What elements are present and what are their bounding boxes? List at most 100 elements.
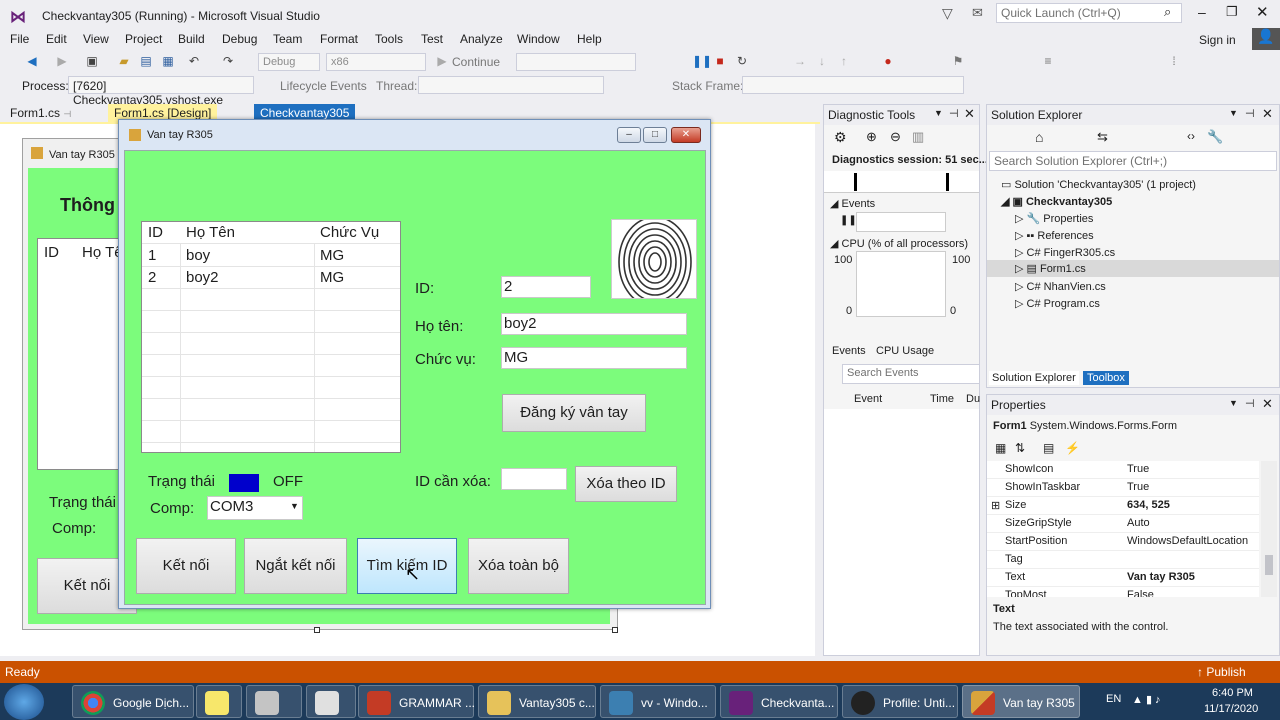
- col-duration[interactable]: Du: [966, 393, 980, 405]
- chart-icon[interactable]: ▥: [912, 129, 924, 145]
- sign-in-link[interactable]: Sign in: [1199, 33, 1236, 47]
- pin-icon[interactable]: ⊣: [1245, 107, 1255, 120]
- open-icon[interactable]: ▰: [116, 53, 132, 69]
- property-value[interactable]: True: [1127, 481, 1149, 493]
- resize-handle[interactable]: [314, 627, 320, 633]
- pause-icon[interactable]: ❚❚: [840, 215, 857, 226]
- search-solution-input[interactable]: Search Solution Explorer (Ctrl+;): [989, 151, 1277, 171]
- diagnostic-tools-title[interactable]: Diagnostic Tools ▼ ⊣ ✕: [824, 105, 979, 125]
- step-over-icon[interactable]: →: [792, 53, 808, 69]
- property-row[interactable]: Tag: [987, 551, 1259, 569]
- events-icon[interactable]: ⚡: [1065, 441, 1080, 455]
- quick-launch-input[interactable]: Quick Launch (Ctrl+Q): [996, 3, 1182, 23]
- account-icon[interactable]: 👤: [1252, 28, 1280, 50]
- comment-icon[interactable]: ≡: [1040, 53, 1056, 69]
- restart-icon[interactable]: ↻: [734, 53, 750, 69]
- pin-icon[interactable]: ⊣: [1245, 397, 1255, 410]
- save-all-icon[interactable]: ▦: [160, 53, 176, 69]
- register-fingerprint-button[interactable]: Đăng ký vân tay: [502, 394, 646, 432]
- search-events-input[interactable]: Search Events: [842, 364, 980, 384]
- zoom-in-icon[interactable]: ⊕: [866, 129, 877, 145]
- panel-menu-icon[interactable]: ▼: [1229, 108, 1238, 118]
- tree-item-form1[interactable]: ▷ ▤ Form1.cs: [987, 260, 1279, 277]
- grid-header-id[interactable]: ID: [148, 224, 163, 241]
- new-project-icon[interactable]: ▣: [84, 53, 100, 69]
- settings-icon[interactable]: ⚙: [834, 129, 847, 146]
- tab-form1-cs[interactable]: Form1.cs ⊣: [4, 104, 77, 122]
- alphabetical-icon[interactable]: ⇅: [1015, 441, 1025, 455]
- task-snipping-tool[interactable]: [246, 685, 302, 718]
- scrollbar-thumb[interactable]: [1265, 555, 1273, 575]
- close-icon[interactable]: ✕: [964, 106, 975, 122]
- tray-icons[interactable]: ▲ ▮ ♪: [1132, 693, 1161, 706]
- publish-button[interactable]: ↑ Publish: [1197, 665, 1246, 679]
- tree-item-nhanvien[interactable]: ▷ C# NhanVien.cs: [1015, 280, 1106, 293]
- property-row[interactable]: ⊞ Size 634, 525: [987, 497, 1259, 515]
- running-form-window[interactable]: Van tay R305 – □ ✕ ID Họ Tên Chức Vụ 1 b…: [118, 119, 711, 609]
- menu-help[interactable]: Help: [577, 32, 602, 46]
- minimize-button[interactable]: –: [1198, 4, 1206, 20]
- menu-test[interactable]: Test: [421, 32, 443, 46]
- process-select[interactable]: [7620] Checkvantay305.vshost.exe: [68, 76, 254, 107]
- restore-button[interactable]: ❐: [1226, 4, 1238, 20]
- menu-debug[interactable]: Debug: [222, 32, 257, 46]
- property-row[interactable]: Text Van tay R305: [987, 569, 1259, 587]
- property-value[interactable]: Van tay R305: [1127, 571, 1195, 583]
- task-windows-photo[interactable]: vv - Windo...: [600, 685, 716, 718]
- continue-icon[interactable]: ▶: [434, 53, 450, 69]
- tab-events[interactable]: Events: [832, 345, 866, 357]
- menu-tools[interactable]: Tools: [375, 32, 403, 46]
- undo-icon[interactable]: ↶: [186, 53, 202, 69]
- menu-view[interactable]: View: [83, 32, 109, 46]
- thread-select[interactable]: [418, 76, 604, 94]
- filter-icon[interactable]: ▽: [942, 5, 953, 22]
- continue-button[interactable]: Continue: [452, 55, 500, 69]
- property-row[interactable]: TopMost False: [987, 587, 1259, 597]
- property-row[interactable]: ShowIcon True: [987, 461, 1259, 479]
- table-row[interactable]: 2 boy2 MG: [142, 267, 400, 289]
- clock-date[interactable]: 11/17/2020: [1204, 703, 1258, 715]
- pin-icon[interactable]: ⊣: [949, 107, 959, 120]
- grid-header-name[interactable]: Họ Tên: [186, 224, 235, 241]
- sync-icon[interactable]: ⇆: [1097, 129, 1108, 145]
- name-field[interactable]: boy2: [501, 313, 687, 335]
- pin-icon[interactable]: ⊣: [63, 109, 71, 119]
- menu-project[interactable]: Project: [125, 32, 162, 46]
- properties-title[interactable]: Properties ▼ ⊣ ✕: [987, 395, 1279, 415]
- running-form-title-bar[interactable]: Van tay R305 – □ ✕: [119, 120, 710, 150]
- home-icon[interactable]: ⌂: [1035, 129, 1043, 145]
- object-selector[interactable]: Form1 System.Windows.Forms.Form: [993, 420, 1177, 432]
- platform-select[interactable]: x86: [326, 53, 426, 71]
- tab-cpu-usage[interactable]: CPU Usage: [876, 345, 934, 357]
- close-button[interactable]: ✕: [1256, 3, 1269, 21]
- menu-team[interactable]: Team: [273, 32, 302, 46]
- language-indicator[interactable]: EN: [1106, 693, 1121, 705]
- task-vantay305-folder[interactable]: Vantay305 c...: [478, 685, 596, 718]
- step-into-icon[interactable]: ↓: [814, 53, 830, 69]
- task-sticky-notes[interactable]: [196, 685, 242, 718]
- pause-icon[interactable]: ❚❚: [692, 53, 712, 69]
- form-maximize-button[interactable]: □: [643, 127, 667, 143]
- feedback-icon[interactable]: ✉: [972, 5, 983, 21]
- property-row[interactable]: StartPosition WindowsDefaultLocation: [987, 533, 1259, 551]
- code-icon[interactable]: ‹›: [1187, 129, 1195, 143]
- delete-all-button[interactable]: Xóa toàn bộ: [468, 538, 569, 594]
- config-select[interactable]: Debug: [258, 53, 320, 71]
- tree-item-fingerr305[interactable]: ▷ C# FingerR305.cs: [1015, 246, 1115, 259]
- table-row[interactable]: 1 boy MG: [142, 245, 400, 267]
- zoom-out-icon[interactable]: ⊖: [890, 129, 901, 145]
- menu-file[interactable]: File: [10, 32, 29, 46]
- property-value[interactable]: True: [1127, 463, 1149, 475]
- comp-port-select[interactable]: COM3 ▼: [207, 496, 303, 520]
- save-icon[interactable]: ▤: [138, 53, 154, 69]
- lifecycle-events-button[interactable]: Lifecycle Events: [280, 79, 367, 93]
- property-value[interactable]: False: [1127, 589, 1154, 597]
- menu-build[interactable]: Build: [178, 32, 205, 46]
- id-field[interactable]: 2: [501, 276, 591, 298]
- task-google-translate[interactable]: Google Dịch...: [72, 685, 194, 718]
- menu-analyze[interactable]: Analyze: [460, 32, 503, 46]
- employee-grid[interactable]: ID Họ Tên Chức Vụ 1 boy MG 2 boy2 MG: [141, 221, 401, 453]
- menu-format[interactable]: Format: [320, 32, 358, 46]
- close-icon[interactable]: ✕: [1262, 106, 1273, 122]
- col-event[interactable]: Event: [854, 393, 882, 405]
